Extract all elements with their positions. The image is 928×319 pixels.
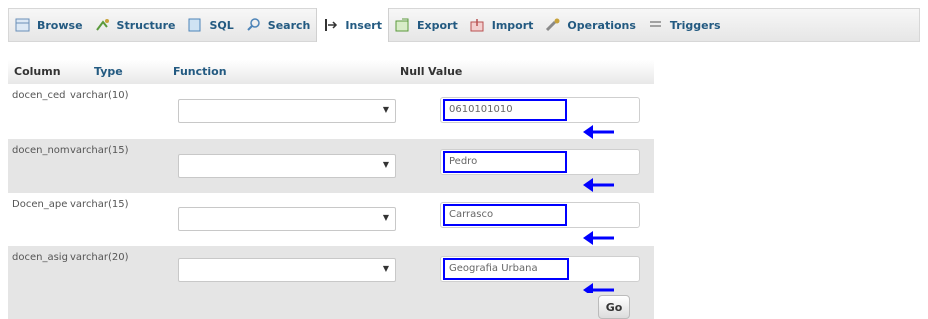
triggers-icon — [648, 18, 664, 32]
form-footer: Go — [8, 293, 654, 319]
column-name: docen_ced — [12, 90, 66, 101]
annotation-arrow-icon — [583, 231, 614, 245]
value-input[interactable]: Carrasco — [440, 202, 640, 228]
chevron-down-icon: ▼ — [382, 160, 389, 169]
tab-operations[interactable]: Operations — [539, 9, 642, 41]
column-name: Docen_ape — [12, 199, 68, 210]
table-row: docen_nom varchar(15) ▼ Pedro — [8, 139, 654, 193]
tab-label: Triggers — [669, 18, 721, 32]
chevron-down-icon: ▼ — [382, 213, 389, 222]
value-text: Pedro — [443, 151, 567, 173]
browse-icon — [15, 18, 31, 32]
function-select[interactable]: ▼ — [178, 99, 396, 123]
column-type: varchar(15) — [70, 199, 129, 210]
value-text: Carrasco — [443, 204, 567, 226]
tab-label: Import — [491, 18, 534, 32]
tab-import[interactable]: Import — [464, 9, 540, 41]
tab-structure[interactable]: Structure — [89, 9, 182, 41]
value-input[interactable]: Pedro — [440, 149, 640, 175]
column-type: varchar(10) — [70, 90, 129, 101]
tab-label: Export — [417, 18, 458, 32]
value-text: 0610101010 — [443, 99, 567, 121]
operations-icon — [545, 18, 561, 32]
tab-export[interactable]: Export — [389, 9, 464, 41]
export-icon — [395, 18, 411, 32]
value-input[interactable]: 0610101010 — [440, 97, 640, 123]
table-row: docen_asig varchar(20) ▼ Geografia Urban… — [8, 246, 654, 293]
tab-search[interactable]: Search — [240, 9, 317, 41]
tab-sql[interactable]: SQL — [181, 9, 239, 41]
table-header: Column Type Function Null Value — [8, 60, 654, 84]
annotation-arrow-icon — [583, 178, 614, 192]
tab-label: Insert — [345, 18, 382, 32]
column-type: varchar(20) — [70, 252, 129, 263]
chevron-down-icon: ▼ — [382, 105, 389, 114]
column-name: docen_asig — [12, 252, 68, 263]
header-function[interactable]: Function — [173, 65, 227, 78]
tab-label: SQL — [209, 18, 234, 32]
tab-insert[interactable]: Insert — [316, 8, 389, 42]
tab-label: Operations — [567, 18, 636, 32]
tab-triggers[interactable]: Triggers — [642, 9, 727, 41]
chevron-down-icon: ▼ — [382, 264, 389, 273]
header-value: Value — [428, 65, 463, 78]
function-select[interactable]: ▼ — [178, 154, 396, 178]
import-icon — [470, 18, 486, 32]
tab-browse[interactable]: Browse — [9, 9, 89, 41]
tab-label: Search — [267, 18, 311, 32]
value-text: Geografia Urbana — [443, 258, 569, 280]
annotation-arrow-icon — [583, 125, 614, 139]
tab-label: Browse — [37, 18, 83, 32]
go-button[interactable]: Go — [598, 295, 630, 319]
function-select[interactable]: ▼ — [178, 207, 396, 231]
column-name: docen_nom — [12, 145, 70, 156]
search-icon — [246, 18, 262, 32]
header-column: Column — [14, 65, 61, 78]
function-select[interactable]: ▼ — [178, 258, 396, 282]
column-type: varchar(15) — [70, 145, 129, 156]
header-null: Null — [400, 65, 425, 78]
tab-bar: Browse Structure SQL Search Insert Expor… — [8, 8, 920, 42]
table-row: docen_ced varchar(10) ▼ 0610101010 — [8, 84, 654, 139]
sql-icon — [187, 18, 203, 32]
insert-icon — [323, 18, 339, 32]
tab-label: Structure — [116, 18, 176, 32]
structure-icon — [95, 18, 111, 32]
header-type[interactable]: Type — [94, 65, 123, 78]
table-row: Docen_ape varchar(15) ▼ Carrasco — [8, 193, 654, 246]
